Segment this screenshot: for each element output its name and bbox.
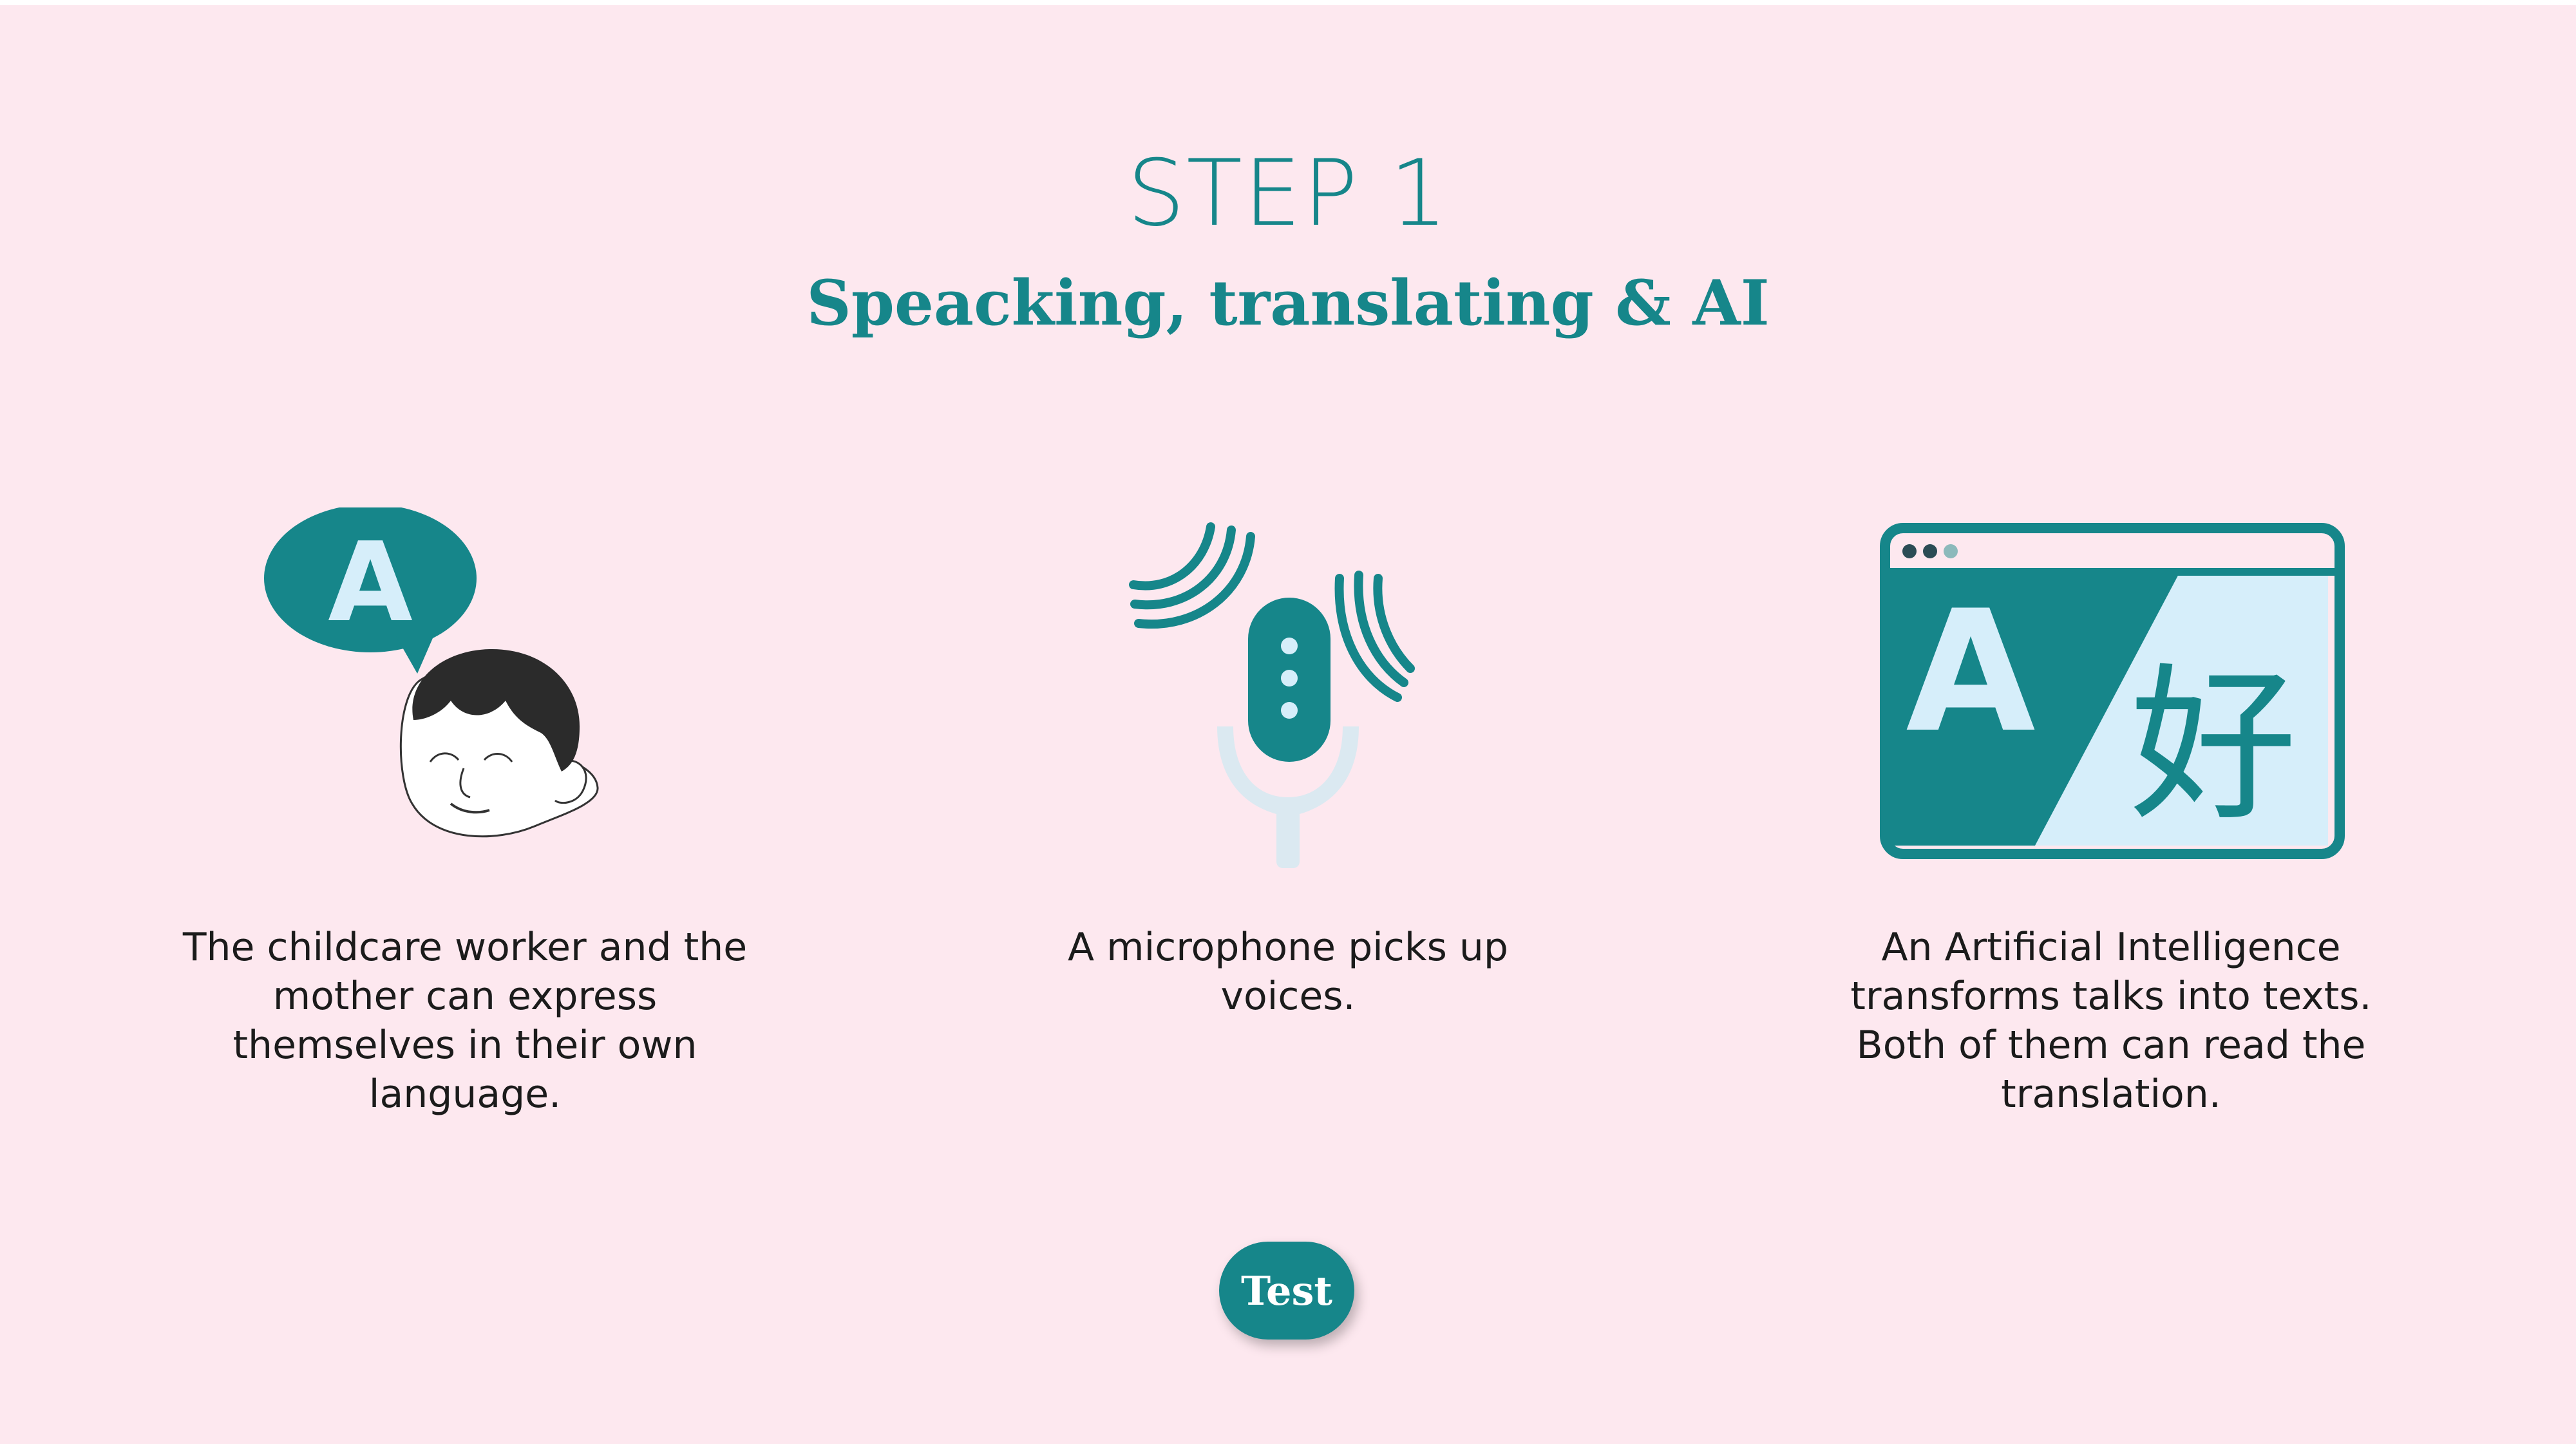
microphone-dots bbox=[1281, 638, 1298, 719]
window-dots bbox=[1902, 544, 1958, 558]
target-glyph: 好 bbox=[2130, 649, 2297, 844]
microphone-icon bbox=[1129, 522, 1415, 868]
translation-window-icon: A 好 bbox=[1880, 523, 2345, 859]
description-ai: An Artificial Intelligence transforms ta… bbox=[1850, 925, 2372, 1117]
sound-waves-right-icon bbox=[1334, 571, 1415, 702]
bubble-letter: A bbox=[328, 519, 413, 647]
child-head bbox=[399, 649, 599, 838]
step-title: STEP 1 bbox=[1127, 140, 1449, 247]
speaking-child-icon: A bbox=[264, 507, 599, 838]
test-button[interactable]: Test bbox=[1219, 1242, 1354, 1340]
description-speaking: The childcare worker and the mother can … bbox=[182, 925, 748, 1117]
source-letter: A bbox=[1906, 575, 2036, 770]
speech-bubble: A bbox=[264, 507, 477, 674]
description-microphone: A microphone picks up voices. bbox=[1067, 925, 1509, 1019]
step-subtitle: Speacking, translating & AI bbox=[806, 267, 1770, 339]
sound-waves-left-icon bbox=[1129, 522, 1255, 629]
slide: STEP 1 Speacking, translating & AI A The… bbox=[0, 5, 2576, 1444]
